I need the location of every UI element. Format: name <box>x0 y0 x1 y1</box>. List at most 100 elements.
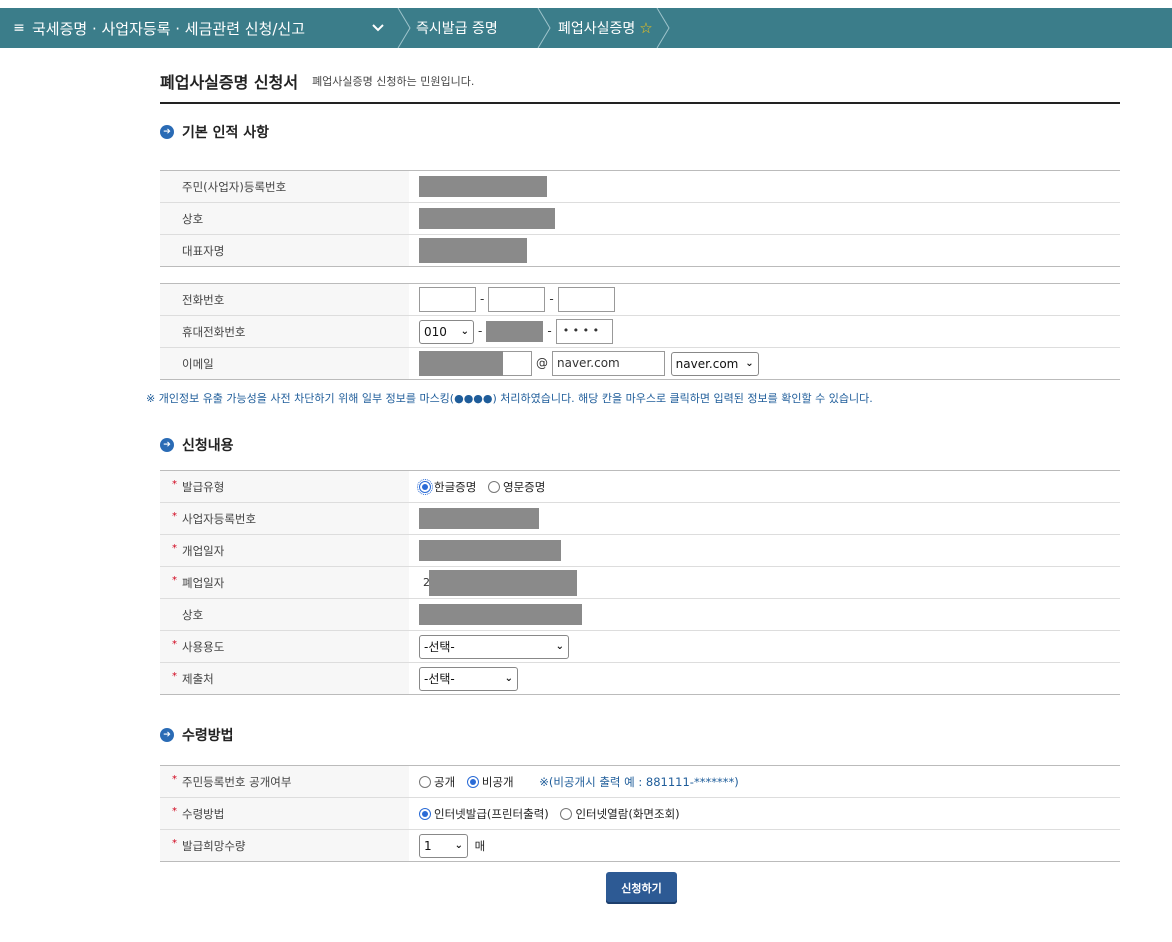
arrow-circle-icon: ➔ <box>160 125 174 139</box>
table-row: * 폐업일자 2 <box>160 566 1120 599</box>
purpose-select[interactable]: -선택- ⌄ <box>419 634 569 659</box>
phone-part3-input[interactable] <box>557 287 615 312</box>
disclose-public-label[interactable]: 공개 <box>434 775 455 789</box>
issue-english-radio[interactable] <box>487 480 500 493</box>
company-value[interactable] <box>409 202 1120 235</box>
issue-korean-radio[interactable] <box>417 478 433 495</box>
issue-korean-label[interactable]: 한글증명 <box>434 480 476 494</box>
method-view-label[interactable]: 인터넷열람(화면조회) <box>575 807 679 821</box>
email-id-input[interactable] <box>419 351 532 376</box>
menu-icon[interactable]: ≡ <box>6 20 32 36</box>
breadcrumb-current: 폐업사실증명 ☆ <box>554 18 653 38</box>
masked-value[interactable] <box>419 176 547 197</box>
row-label-text: 개업일자 <box>182 543 225 558</box>
chevron-down-icon[interactable] <box>372 21 394 35</box>
dash-text: - <box>478 324 483 338</box>
quantity-select[interactable]: 1 ⌄ <box>419 833 468 858</box>
close-date-value[interactable]: 2 <box>409 566 1120 599</box>
row-label: * 발급유형 <box>160 470 409 503</box>
row-label-text: 사업자등록번호 <box>182 511 257 526</box>
open-date-value[interactable] <box>409 534 1120 567</box>
dash-text: - <box>547 324 552 338</box>
row-label: 전화번호 <box>160 283 409 316</box>
arrow-circle-icon: ➔ <box>160 728 174 742</box>
page-title: 폐업사실증명 신청서 <box>160 73 299 92</box>
apply-company-value[interactable] <box>409 598 1120 631</box>
main-content: 폐업사실증명 신청서 폐업사실증명 신청하는 민원입니다. ➔ 기본 인적 사항… <box>160 60 1120 862</box>
required-mark: * <box>172 510 177 522</box>
ceo-value[interactable] <box>409 234 1120 267</box>
row-label: * 사업자등록번호 <box>160 502 409 535</box>
table-row: 이메일 @ naver.com naver.com ⌄ <box>160 347 1120 380</box>
row-label: 상호 <box>160 202 409 235</box>
quantity-cell: 1 ⌄ 매 <box>409 829 1120 862</box>
masked-value[interactable] <box>419 604 582 625</box>
phone-part2-input[interactable] <box>488 287 546 312</box>
disclose-public-radio[interactable] <box>419 775 431 788</box>
masked-value[interactable] <box>429 569 577 596</box>
mobile-prefix-value: 010 <box>424 324 447 339</box>
email-fields: @ naver.com naver.com ⌄ <box>409 347 1120 380</box>
table-row: * 개업일자 <box>160 534 1120 567</box>
disclose-private-radio[interactable] <box>466 775 479 788</box>
mobile-prefix-select[interactable]: 010 ⌄ <box>419 319 474 344</box>
contact-table: 전화번호 -- 휴대전화번호 010 ⌄ - - • • • • 이메일 @ naver.… <box>160 283 1120 380</box>
row-label: * 사용용도 <box>160 630 409 663</box>
table-row: * 사용용도 -선택- ⌄ <box>160 630 1120 663</box>
masked-value[interactable] <box>419 508 539 529</box>
submit-to-select[interactable]: -선택- ⌄ <box>419 666 518 691</box>
section-basic-title: ➔ 기본 인적 사항 <box>160 122 1120 142</box>
masked-value[interactable] <box>419 238 527 263</box>
row-label: 대표자명 <box>160 234 409 267</box>
email-domain-select[interactable]: naver.com ⌄ <box>670 351 759 376</box>
masked-value[interactable] <box>486 321 544 342</box>
table-row: * 수령방법 인터넷발급(프린터출력) 인터넷열람(화면조회) <box>160 797 1120 830</box>
row-label: * 주민등록번호 공개여부 <box>160 765 409 798</box>
disclose-private-label[interactable]: 비공개 <box>482 775 514 789</box>
row-label-text: 상호 <box>182 607 204 622</box>
email-at-text: @ <box>536 356 548 370</box>
resident-no-value[interactable] <box>409 170 1120 203</box>
masked-value[interactable] <box>419 351 503 376</box>
quantity-select-value: 1 <box>424 838 432 853</box>
page-subtitle: 폐업사실증명 신청하는 민원입니다. <box>312 75 475 88</box>
row-label: 휴대전화번호 <box>160 315 409 348</box>
basic-info-table: 주민(사업자)등록번호 상호 대표자명 <box>160 170 1120 267</box>
submit-to-select-value: -선택- <box>424 672 455 686</box>
submit-button[interactable]: 신청하기 <box>606 872 677 904</box>
row-label-text: 폐업일자 <box>182 575 225 590</box>
issue-type-options: 한글증명 영문증명 <box>409 470 1120 503</box>
phone-part1-input[interactable] <box>419 287 476 312</box>
table-row: 상호 <box>160 598 1120 631</box>
row-label: 이메일 <box>160 347 409 380</box>
biz-no-value[interactable] <box>409 502 1120 535</box>
favorite-star-icon[interactable]: ☆ <box>639 19 652 37</box>
required-mark: * <box>172 638 177 650</box>
row-label: * 제출처 <box>160 662 409 695</box>
masked-value[interactable] <box>419 208 555 229</box>
table-row: * 제출처 -선택- ⌄ <box>160 662 1120 695</box>
breadcrumb-category[interactable]: 국세증명 · 사업자등록 · 세금관련 신청/신고 <box>32 18 362 39</box>
issue-english-label[interactable]: 영문증명 <box>503 480 545 494</box>
row-label-text: 사용용도 <box>182 639 225 654</box>
row-label-text: 발급희망수량 <box>182 838 246 853</box>
method-internet-radio[interactable] <box>419 807 431 820</box>
mobile-last-input[interactable]: • • • • <box>555 319 613 344</box>
table-row: * 발급희망수량 1 ⌄ 매 <box>160 829 1120 862</box>
row-label: * 폐업일자 <box>160 566 409 599</box>
chevron-down-icon: ⌄ <box>555 641 564 652</box>
method-internet-label[interactable]: 인터넷발급(프린터출력) <box>434 807 549 821</box>
row-label: 주민(사업자)등록번호 <box>160 170 409 203</box>
required-mark: * <box>172 773 177 785</box>
table-row: 휴대전화번호 010 ⌄ - - • • • • <box>160 315 1120 348</box>
method-view-radio[interactable] <box>560 807 573 820</box>
row-label: * 수령방법 <box>160 797 409 830</box>
page-header: 폐업사실증명 신청서 폐업사실증명 신청하는 민원입니다. <box>160 60 1120 104</box>
email-domain-input[interactable]: naver.com <box>552 351 665 376</box>
row-label-text: 제출처 <box>182 671 214 686</box>
purpose-select-value: -선택- <box>424 640 455 654</box>
masking-notice: ※ 개인정보 유출 가능성을 사전 차단하기 위해 일부 정보를 마스킹(●●●… <box>146 392 873 405</box>
breadcrumb-instant-issue[interactable]: 즉시발급 증명 <box>414 18 534 38</box>
table-row: * 주민등록번호 공개여부 공개 비공개 ※(비공개시 출력 예 : 881111… <box>160 765 1120 798</box>
masked-value[interactable] <box>419 540 561 561</box>
